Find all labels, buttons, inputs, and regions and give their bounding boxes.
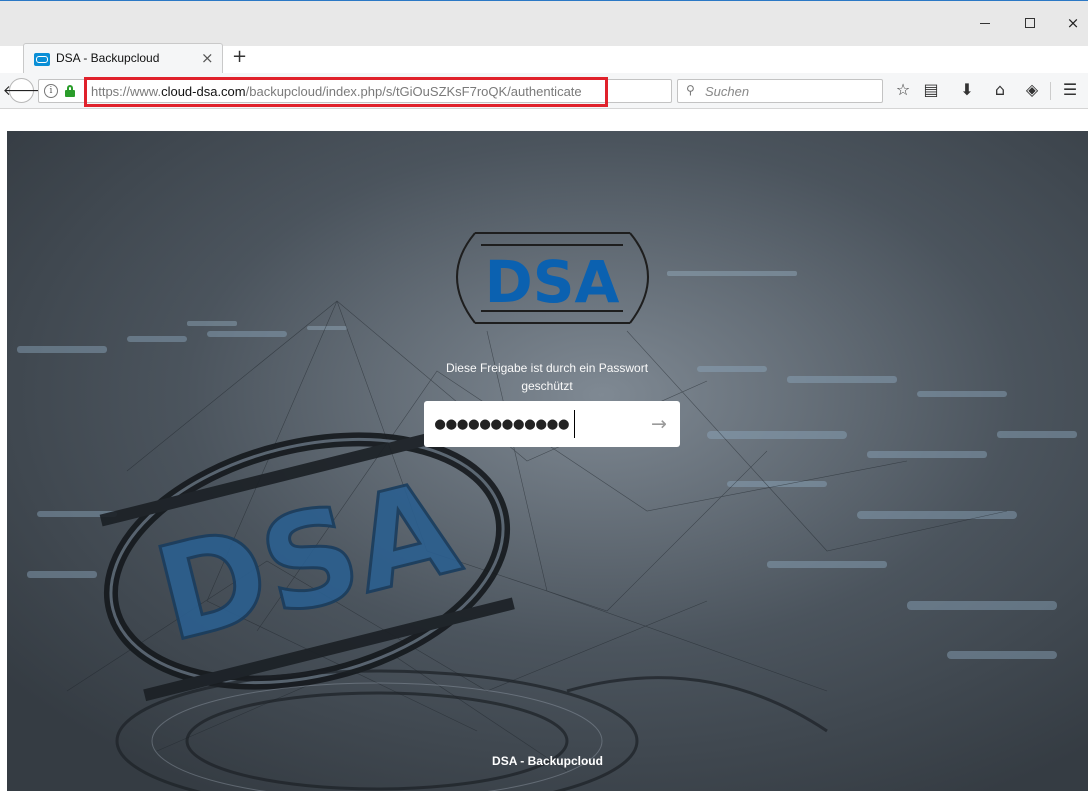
tab-close-icon[interactable]: × (201, 49, 214, 67)
search-icon: ⚲ (686, 83, 695, 97)
minimize-icon (980, 22, 990, 24)
back-button[interactable]: 🡐 (3, 78, 40, 103)
text-cursor (574, 410, 575, 438)
page-content: DSA DSA Diese Freigabe ist durch ein Pas… (7, 131, 1088, 791)
home-icon[interactable]: ⌂ (990, 80, 1010, 99)
navigation-bar: 🡐 i https://www.cloud-dsa.com/backupclou… (0, 73, 1088, 109)
url-bar[interactable]: i https://www.cloud-dsa.com/backupcloud/… (38, 77, 694, 107)
password-form: → (424, 401, 680, 447)
title-bar: × (0, 0, 1088, 46)
submit-button[interactable]: → (644, 409, 674, 439)
svg-text:DSA: DSA (485, 248, 620, 316)
reader-list-icon[interactable]: ▤ (921, 80, 941, 99)
maximize-icon (1025, 18, 1035, 28)
tab-title: DSA - Backupcloud (56, 51, 160, 65)
minimize-button[interactable] (970, 11, 1000, 35)
lock-icon[interactable] (65, 85, 75, 97)
pocket-icon[interactable]: ◈ (1022, 80, 1042, 99)
password-input[interactable] (424, 401, 634, 447)
browser-tab[interactable]: DSA - Backupcloud × (23, 43, 223, 73)
close-icon: × (1066, 13, 1080, 32)
download-icon[interactable]: ⬇ (957, 80, 977, 99)
search-bar[interactable]: ⚲ Suchen (677, 79, 883, 103)
new-tab-button[interactable]: + (232, 46, 247, 67)
browser-window: × DSA - Backupcloud × + 🡐 i https://www.… (0, 0, 1088, 791)
url-highlight-annotation (84, 77, 608, 107)
back-arrow-icon: 🡐 (2, 83, 41, 99)
info-icon[interactable]: i (44, 84, 58, 98)
close-window-button[interactable]: × (1058, 11, 1088, 35)
footer-text: DSA - Backupcloud (492, 754, 603, 768)
hamburger-menu-icon[interactable]: ☰ (1060, 80, 1080, 99)
star-icon[interactable]: ☆ (893, 80, 913, 99)
dsa-logo: DSA (456, 232, 649, 324)
password-protected-message: Diese Freigabe ist durch ein Passwort ge… (445, 361, 649, 393)
toolbar-divider (1050, 82, 1051, 100)
cloud-favicon-icon (34, 53, 50, 66)
search-placeholder: Suchen (705, 84, 750, 99)
maximize-button[interactable] (1015, 11, 1045, 35)
